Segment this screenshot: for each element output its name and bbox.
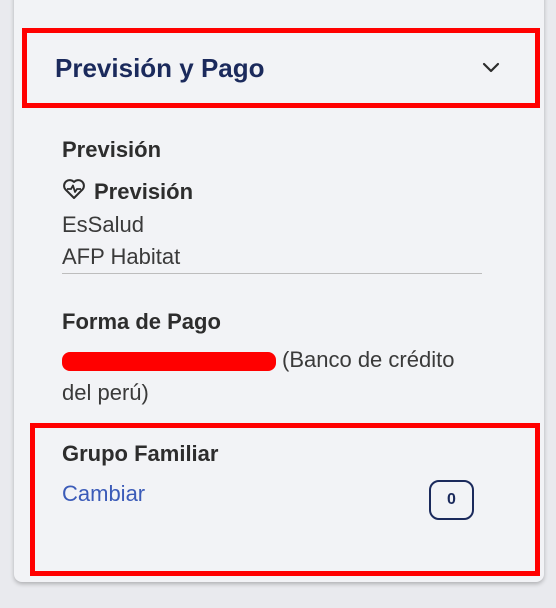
redacted-account-number (62, 352, 276, 371)
payment-section-title: Forma de Pago (62, 309, 221, 334)
change-family-link[interactable]: Cambiar (62, 481, 145, 507)
family-count-badge[interactable]: 0 (429, 480, 474, 520)
prevision-section-title: Previsión (62, 137, 162, 162)
family-section-title: Grupo Familiar (62, 441, 219, 466)
chevron-down-icon[interactable] (481, 58, 501, 78)
heart-pulse-icon (62, 178, 86, 206)
accordion-title: Previsión y Pago (55, 52, 265, 83)
prevision-subtitle: Previsión (62, 178, 193, 206)
prevision-line: EsSalud (62, 212, 144, 237)
prevision-line: AFP Habitat (62, 244, 181, 269)
bank-name-line: (Banco de crédito (282, 347, 455, 372)
divider (62, 273, 482, 274)
bank-name-line: del perú) (62, 380, 149, 405)
prevision-subtitle-label: Previsión (94, 179, 194, 204)
accordion-header-prevision-pago[interactable]: Previsión y Pago (22, 28, 540, 108)
